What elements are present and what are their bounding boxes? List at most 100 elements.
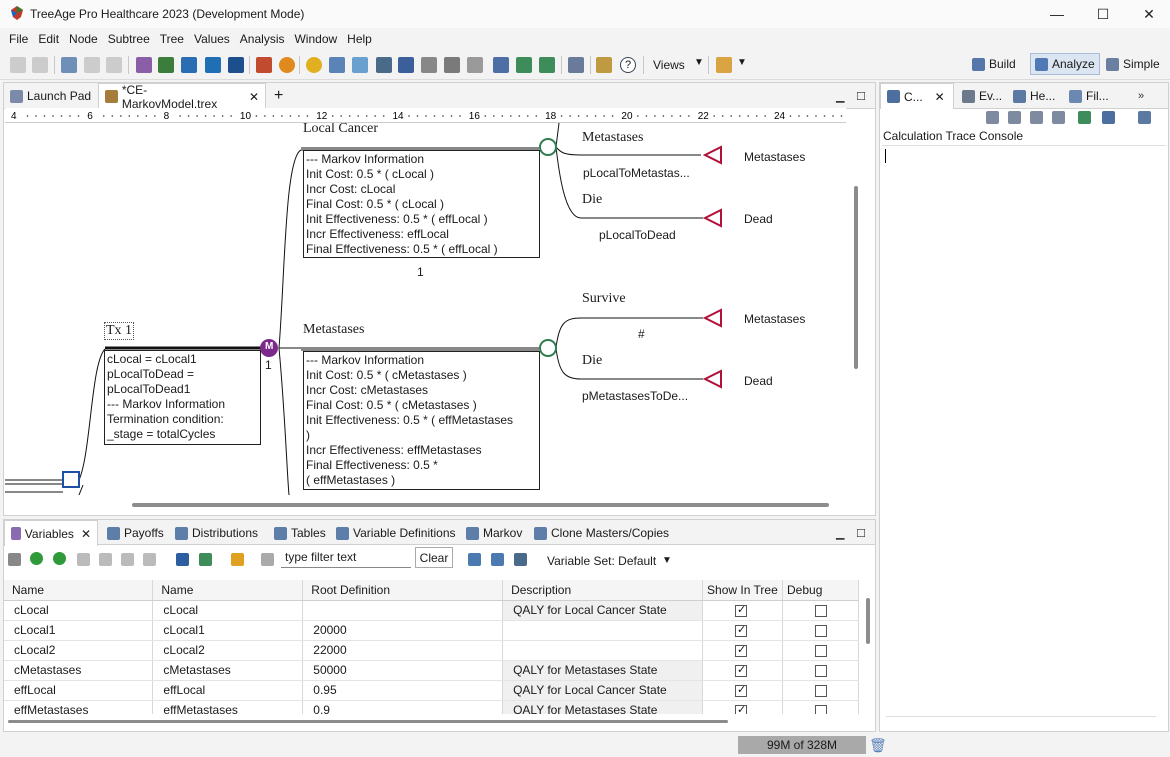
sensitivity-icon[interactable] — [376, 57, 392, 73]
minimize-view-icon[interactable]: ▁ — [830, 83, 850, 109]
table-row[interactable]: effMetastases effMetastases 0.9 QALY for Me… — [4, 700, 859, 714]
excel-icon[interactable] — [516, 57, 532, 73]
pie-chart-icon[interactable] — [306, 57, 322, 73]
terminal-label[interactable]: Dead — [744, 374, 773, 388]
debug-checkbox[interactable] — [815, 664, 828, 677]
build-perspective-button[interactable]: Build — [972, 53, 1026, 75]
variable-name-cell[interactable]: effLocal — [4, 680, 154, 701]
save-icon[interactable] — [228, 57, 244, 73]
show-in-tree-checkbox[interactable] — [735, 663, 748, 677]
shield-icon[interactable] — [205, 57, 221, 73]
menu-file[interactable]: File — [4, 32, 33, 46]
root-definition-cell[interactable]: 22000 — [302, 640, 504, 661]
terminal-node[interactable] — [702, 369, 722, 389]
column-header[interactable]: Show In Tree — [702, 580, 784, 601]
close-tab-icon[interactable]: ✕ — [249, 90, 259, 104]
menu-subtree[interactable]: Subtree — [103, 32, 155, 46]
trash-icon[interactable]: 🗑 — [869, 737, 887, 754]
chevron-down-icon[interactable]: ▼ — [662, 555, 672, 566]
variable-name2-cell[interactable]: cMetastases — [152, 660, 304, 681]
description-cell[interactable] — [502, 640, 704, 661]
tab-markov-model[interactable]: *CE-MarkovModel.trex ✕ — [98, 83, 266, 111]
table-row[interactable]: cMetastases cMetastases 50000 QALY for Meta… — [4, 660, 859, 681]
column-header[interactable]: Description — [502, 580, 704, 601]
analysis-icon[interactable] — [256, 57, 272, 73]
debug-checkbox[interactable] — [815, 684, 828, 697]
undo-icon[interactable] — [10, 57, 26, 73]
delete-icon[interactable] — [77, 553, 90, 566]
terminal-node[interactable] — [702, 208, 722, 228]
terminal-label[interactable]: Dead — [744, 212, 773, 226]
new-console-icon[interactable] — [1138, 111, 1151, 124]
description-cell[interactable] — [502, 620, 704, 641]
menu-help[interactable]: Help — [342, 32, 377, 46]
variable-set-dropdown[interactable]: Variable Set: Default — [547, 554, 656, 568]
filter-input[interactable]: type filter text — [281, 548, 411, 568]
variable-name2-cell[interactable]: cLocal1 — [152, 620, 304, 641]
variable-name2-cell[interactable]: cLocal2 — [152, 640, 304, 661]
table-row[interactable]: cLocal1 cLocal1 20000 — [4, 620, 859, 641]
show-in-tree-checkbox[interactable] — [735, 703, 748, 714]
export-icon[interactable] — [539, 57, 555, 73]
add-icon[interactable] — [30, 552, 43, 565]
paste-icon[interactable] — [143, 553, 156, 566]
tx1-label[interactable]: Tx 1 — [104, 322, 135, 340]
branch-label[interactable]: Die — [582, 353, 602, 369]
variable-name2-cell[interactable]: cLocal — [152, 600, 304, 621]
variable-name-cell[interactable]: cLocal2 — [4, 640, 154, 661]
tornado-icon[interactable] — [398, 57, 414, 73]
back-icon[interactable] — [84, 57, 100, 73]
tab-markov[interactable]: Markov — [460, 520, 528, 546]
metastases-info-box[interactable]: --- Markov Information Init Cost: 0.5 * … — [303, 351, 540, 490]
save-console-icon[interactable] — [1052, 111, 1065, 124]
help-icon[interactable]: ? — [620, 57, 636, 73]
local-cancer-label[interactable]: Local Cancer — [303, 123, 378, 137]
filter-icon[interactable] — [261, 553, 274, 566]
menu-tree[interactable]: Tree — [155, 32, 189, 46]
branch-label[interactable]: Die — [582, 192, 602, 208]
database-icon[interactable] — [568, 57, 584, 73]
terminal-node[interactable] — [702, 308, 722, 328]
branch-probability[interactable]: # — [638, 327, 645, 341]
maximize-button[interactable]: ☐ — [1080, 0, 1126, 28]
chance-node-local[interactable] — [539, 138, 557, 156]
tab-events[interactable]: Ev... — [956, 83, 1008, 109]
scroll-lock-icon[interactable] — [1008, 111, 1021, 124]
decision-node[interactable] — [62, 471, 80, 488]
description-cell[interactable]: QALY for Local Cancer State — [502, 680, 704, 701]
menu-values[interactable]: Values — [189, 32, 235, 46]
tab-clone-masters[interactable]: Clone Masters/Copies — [528, 520, 675, 546]
branch-probability[interactable]: pLocalToDead — [599, 228, 676, 242]
horizontal-scroll-thumb[interactable] — [132, 503, 829, 507]
terminal-node[interactable] — [702, 145, 722, 165]
chance-node-icon[interactable] — [158, 57, 174, 73]
tab-payoffs[interactable]: Payoffs — [101, 520, 170, 546]
menu-node[interactable]: Node — [64, 32, 103, 46]
close-window-button[interactable]: ✕ — [1126, 0, 1170, 28]
terminal-label[interactable]: Metastases — [744, 150, 805, 164]
markov-node-icon[interactable] — [181, 57, 197, 73]
tab-tables[interactable]: Tables — [268, 520, 332, 546]
branch-label[interactable]: Survive — [582, 291, 626, 307]
dice-icon[interactable] — [467, 57, 483, 73]
vertical-scrollbar[interactable] — [852, 110, 862, 495]
table-row[interactable]: effLocal effLocal 0.95 QALY for Local Cance… — [4, 680, 859, 701]
menu-analysis[interactable]: Analysis — [235, 32, 290, 46]
excel-icon[interactable] — [199, 553, 212, 566]
root-definition-cell[interactable] — [302, 600, 504, 621]
menu-edit[interactable]: Edit — [33, 32, 64, 46]
sensitivity-icon[interactable] — [514, 553, 527, 566]
tab-variable-definitions[interactable]: Variable Definitions — [330, 520, 462, 546]
simple-perspective-button[interactable]: Simple — [1106, 53, 1166, 75]
scroll-thumb[interactable] — [854, 186, 858, 369]
add-multiple-icon[interactable] — [53, 552, 66, 565]
line-chart-icon[interactable] — [329, 57, 345, 73]
variable-name-cell[interactable]: cMetastases — [4, 660, 154, 681]
tab-variables[interactable]: Variables ✕ — [4, 520, 98, 546]
root-definition-cell[interactable]: 0.9 — [302, 700, 504, 714]
tree-canvas[interactable]: M Tx 1 1 cLocal = cLocal1 pLocalToDead =… — [5, 123, 846, 495]
tab-console[interactable]: C... ✕ — [880, 83, 954, 109]
branch-label[interactable]: Metastases — [582, 130, 643, 146]
table-row[interactable]: cLocal cLocal QALY for Local Cancer State — [4, 600, 859, 621]
variable-name-cell[interactable]: cLocal1 — [4, 620, 154, 641]
